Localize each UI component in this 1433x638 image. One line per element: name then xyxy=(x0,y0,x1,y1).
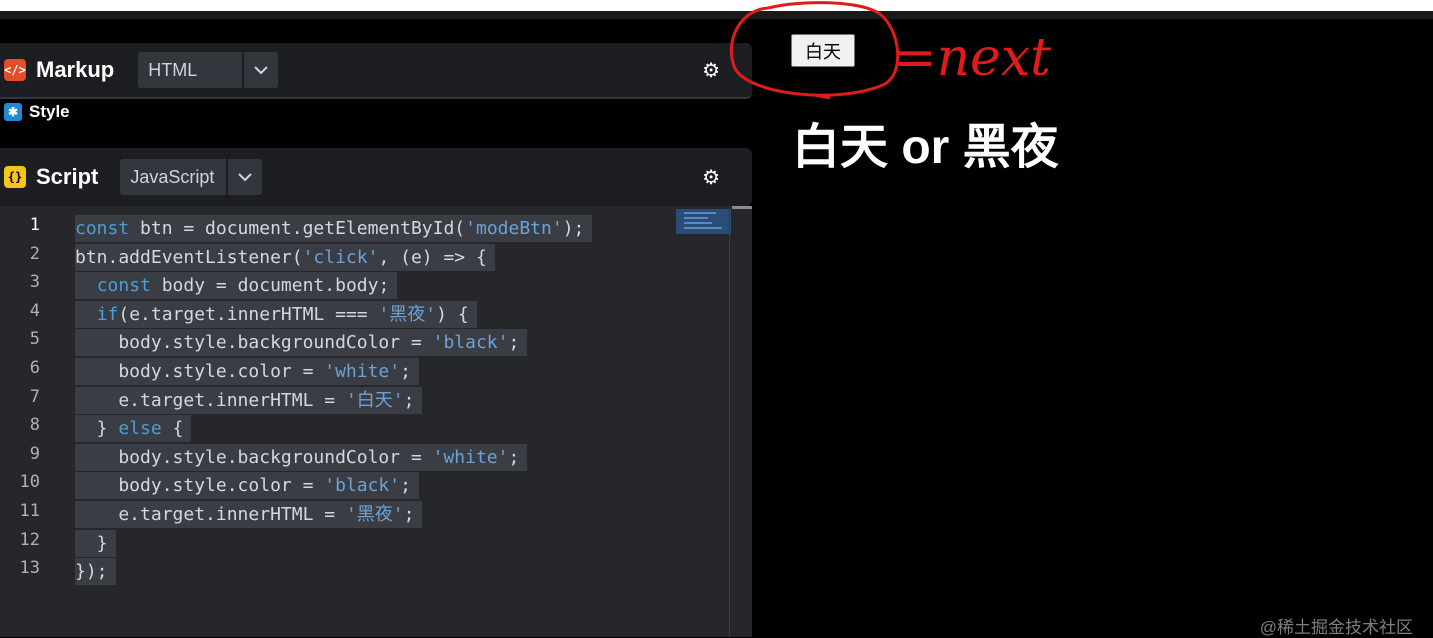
top-divider xyxy=(0,11,1433,19)
line-number: 9 xyxy=(29,443,40,464)
watermark: @稀土掘金技术社区 xyxy=(1259,618,1413,637)
style-panel-header[interactable]: ✱ Style xyxy=(0,99,70,125)
preview-pane: 白天 白天 or 黑夜 @稀土掘金技术社区 xyxy=(752,19,1433,637)
top-bar xyxy=(0,0,1433,11)
script-language-label: JavaScript xyxy=(130,166,215,187)
code-line[interactable]: body.style.color = 'white'; xyxy=(75,358,419,385)
code-line[interactable]: const btn = document.getElementById('mod… xyxy=(75,215,593,242)
markup-panel-header: </> Markup HTML ⚙ xyxy=(0,43,752,99)
line-number: 10 xyxy=(19,472,40,493)
minimap[interactable] xyxy=(676,209,731,234)
script-panel-header: {} Script JavaScript ⚙ xyxy=(0,148,752,206)
code-line[interactable]: body.style.color = 'black'; xyxy=(75,472,419,500)
annotation-text: =next xyxy=(893,28,1052,88)
scrollbar-thumb[interactable] xyxy=(732,206,752,209)
vertical-scrollbar[interactable] xyxy=(729,206,730,637)
chevron-down-icon xyxy=(242,52,278,88)
code-line[interactable]: e.target.innerHTML = '黑夜'; xyxy=(75,501,423,528)
js-icon: {} xyxy=(4,166,26,188)
asterisk-icon: ✱ xyxy=(4,103,22,121)
mode-toggle-button[interactable]: 白天 xyxy=(791,34,855,67)
line-number: 4 xyxy=(29,300,40,321)
line-number: 13 xyxy=(19,558,40,579)
editor-column: </> Markup HTML ⚙ ✱ Style {} Script Java… xyxy=(0,19,752,637)
markup-language-label: HTML xyxy=(148,59,198,80)
line-number-gutter: 1 2 3 4 5 6 7 8 9 10 11 12 13 xyxy=(0,206,60,637)
markup-settings-gear-icon[interactable]: ⚙ xyxy=(702,58,720,83)
code-editor[interactable]: 1 2 3 4 5 6 7 8 9 10 11 12 13 const btn = document.g… xyxy=(0,206,752,637)
code-line[interactable]: body.style.backgroundColor = 'black'; xyxy=(75,329,528,357)
line-number: 11 xyxy=(19,501,40,521)
chevron-down-icon xyxy=(226,159,262,195)
line-number: 8 xyxy=(29,415,40,436)
code-line[interactable]: btn.addEventListener('click', (e) => { xyxy=(75,243,495,271)
line-number: 5 xyxy=(29,329,40,350)
code-line[interactable]: } xyxy=(75,529,116,557)
line-number: 6 xyxy=(29,358,40,378)
script-settings-gear-icon[interactable]: ⚙ xyxy=(702,165,720,190)
line-number: 3 xyxy=(29,272,40,293)
markup-language-select[interactable]: HTML xyxy=(138,52,279,88)
script-title: Script xyxy=(36,164,99,189)
markup-title: Markup xyxy=(36,57,115,82)
code-line[interactable]: if(e.target.innerHTML === '黑夜') { xyxy=(75,300,477,328)
style-title: Style xyxy=(29,102,70,121)
code-line[interactable]: body.style.backgroundColor = 'white'; xyxy=(75,443,528,471)
html-icon: </> xyxy=(4,59,26,81)
script-language-select[interactable]: JavaScript xyxy=(120,159,263,195)
preview-heading: 白天 or 黑夜 xyxy=(792,121,1059,174)
code-line[interactable]: e.target.innerHTML = '白天'; xyxy=(75,386,423,414)
line-number: 2 xyxy=(29,243,40,264)
line-number: 1 xyxy=(29,215,40,235)
line-number: 7 xyxy=(29,386,40,407)
code-line[interactable]: const body = document.body; xyxy=(75,272,398,300)
code-line[interactable]: }); xyxy=(75,558,116,586)
code-line[interactable]: } else { xyxy=(75,415,192,443)
line-number: 12 xyxy=(19,529,40,550)
